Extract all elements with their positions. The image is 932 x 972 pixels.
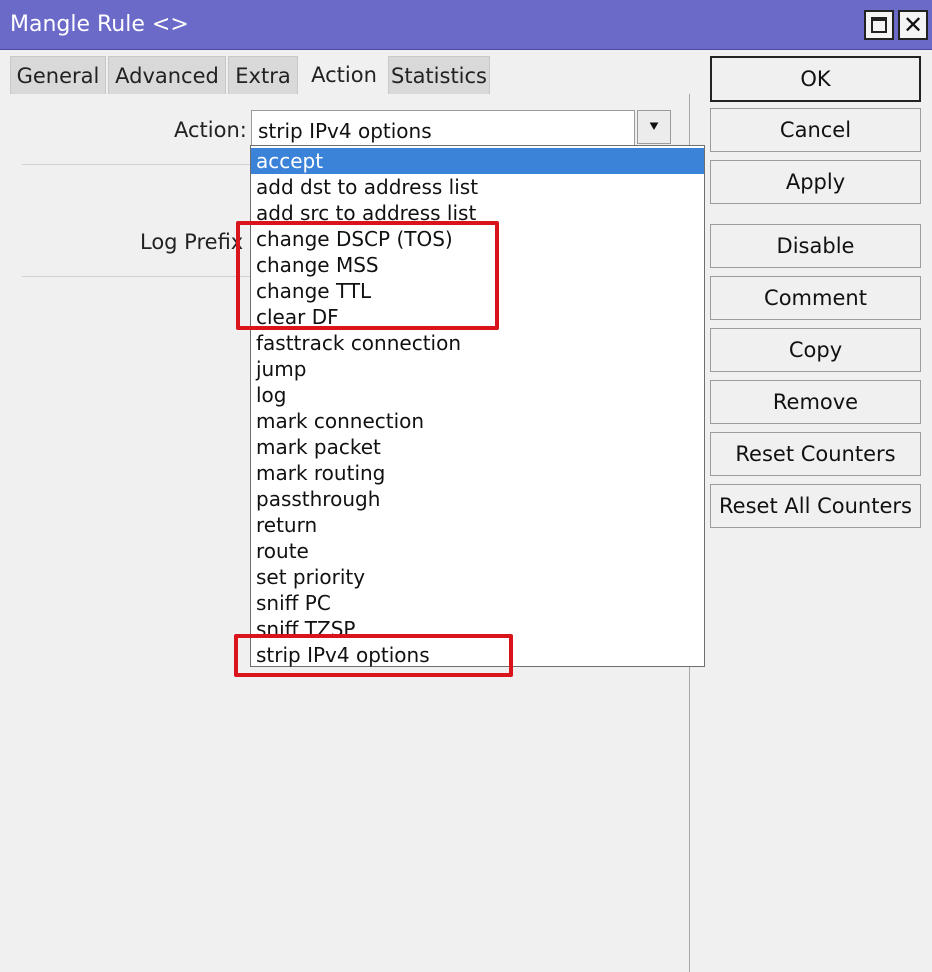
tab-statistics[interactable]: Statistics bbox=[388, 56, 490, 94]
option-log[interactable]: log bbox=[251, 382, 704, 408]
option-set-priority[interactable]: set priority bbox=[251, 564, 704, 590]
comment-button[interactable]: Comment bbox=[710, 276, 921, 320]
tab-action[interactable]: Action bbox=[300, 54, 388, 94]
action-label: Action: bbox=[174, 118, 247, 142]
remove-button[interactable]: Remove bbox=[710, 380, 921, 424]
dropdown-arrow-button[interactable]: ⯆ bbox=[637, 110, 671, 144]
maximize-icon bbox=[871, 17, 887, 33]
option-add-dst-to-address-list[interactable]: add dst to address list bbox=[251, 174, 704, 200]
ok-button[interactable]: OK bbox=[710, 56, 921, 102]
tab-extra[interactable]: Extra bbox=[228, 56, 298, 94]
copy-button[interactable]: Copy bbox=[710, 328, 921, 372]
log-prefix-label: Log Prefix bbox=[140, 230, 244, 254]
highlight-box-change-options bbox=[236, 221, 499, 330]
option-mark-connection[interactable]: mark connection bbox=[251, 408, 704, 434]
tab-advanced[interactable]: Advanced bbox=[108, 56, 226, 94]
option-fasttrack-connection[interactable]: fasttrack connection bbox=[251, 330, 704, 356]
tab-general[interactable]: General bbox=[10, 56, 106, 94]
window-title: Mangle Rule <> bbox=[10, 12, 189, 37]
option-jump[interactable]: jump bbox=[251, 356, 704, 382]
reset-all-counters-button[interactable]: Reset All Counters bbox=[710, 484, 921, 528]
option-sniff-pc[interactable]: sniff PC bbox=[251, 590, 704, 616]
reset-counters-button[interactable]: Reset Counters bbox=[710, 432, 921, 476]
highlight-box-strip-ipv4 bbox=[234, 634, 513, 677]
option-mark-routing[interactable]: mark routing bbox=[251, 460, 704, 486]
option-passthrough[interactable]: passthrough bbox=[251, 486, 704, 512]
close-button[interactable]: ✕ bbox=[898, 10, 928, 40]
action-select[interactable]: strip IPv4 options bbox=[251, 110, 635, 146]
option-accept[interactable]: accept bbox=[251, 148, 704, 174]
cancel-button[interactable]: Cancel bbox=[710, 108, 921, 152]
option-mark-packet[interactable]: mark packet bbox=[251, 434, 704, 460]
option-return[interactable]: return bbox=[251, 512, 704, 538]
disable-button[interactable]: Disable bbox=[710, 224, 921, 268]
option-route[interactable]: route bbox=[251, 538, 704, 564]
apply-button[interactable]: Apply bbox=[710, 160, 921, 204]
chevron-down-icon: ⯆ bbox=[647, 117, 661, 136]
close-icon: ✕ bbox=[902, 11, 924, 39]
maximize-button[interactable] bbox=[864, 10, 894, 40]
mangle-rule-window: Mangle Rule <> ✕ General Advanced Extra … bbox=[0, 0, 932, 972]
title-bar: Mangle Rule <> ✕ bbox=[0, 0, 932, 50]
